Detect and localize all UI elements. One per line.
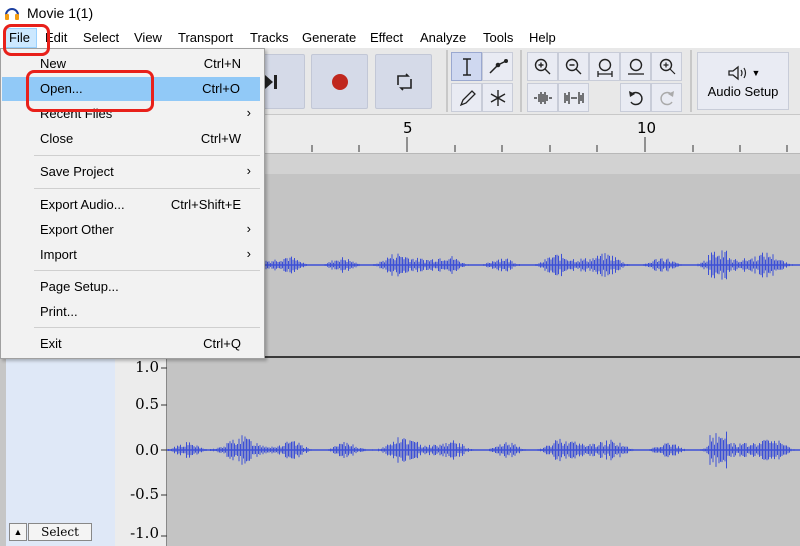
menu-separator bbox=[34, 188, 260, 189]
zoom-toggle-icon bbox=[659, 58, 675, 74]
i-beam-icon bbox=[462, 57, 471, 76]
scale-label-0-0: 0.0 bbox=[135, 441, 159, 459]
menu-item-shortcut: Ctrl+Q bbox=[203, 336, 241, 351]
annotation-highlight-file bbox=[3, 24, 50, 56]
menu-item-export-other[interactable]: Export Other › bbox=[0, 218, 263, 242]
menu-item-shortcut: Ctrl+N bbox=[203, 56, 241, 71]
submenu-arrow-icon: › bbox=[246, 105, 251, 120]
menu-item-label: Print... bbox=[40, 304, 78, 319]
menu-item-label: Import bbox=[40, 247, 77, 262]
ruler-label-10: 10 bbox=[637, 119, 657, 137]
waveform-right bbox=[167, 431, 800, 469]
scale-label-0-5: 0.5 bbox=[135, 395, 159, 413]
zoom-out-icon bbox=[565, 58, 581, 74]
menu-item-import[interactable]: Import › bbox=[0, 243, 263, 267]
menu-item-label: Page Setup... bbox=[40, 279, 119, 294]
record-button[interactable] bbox=[311, 54, 368, 109]
menu-generate[interactable]: Generate bbox=[302, 30, 356, 45]
envelope-icon bbox=[488, 58, 508, 74]
annotation-highlight-open bbox=[26, 70, 154, 112]
menu-item-shortcut: Ctrl+Shift+E bbox=[170, 197, 241, 212]
zoom-in-icon bbox=[534, 58, 550, 74]
toolbar-grip bbox=[520, 50, 522, 112]
menu-select[interactable]: Select bbox=[83, 30, 119, 45]
scale-label-1-0: 1.0 bbox=[135, 358, 159, 376]
collapse-track-button[interactable]: ▲ bbox=[9, 523, 27, 541]
menu-item-shortcut: Ctrl+O bbox=[202, 81, 240, 96]
window-title: Movie 1(1) bbox=[27, 5, 94, 21]
menu-item-label: Save Project bbox=[40, 164, 114, 179]
collapse-icon: ▲ bbox=[13, 527, 23, 537]
envelope-tool-button[interactable] bbox=[482, 52, 513, 81]
menu-item-print[interactable]: Print... bbox=[0, 300, 263, 324]
fit-project-icon bbox=[627, 58, 644, 75]
trim-audio-button[interactable] bbox=[527, 83, 558, 112]
speaker-icon bbox=[727, 65, 746, 80]
menu-view[interactable]: View bbox=[134, 30, 162, 45]
submenu-arrow-icon: › bbox=[246, 221, 251, 236]
menu-item-label: Exit bbox=[40, 336, 62, 351]
fit-project-button[interactable] bbox=[620, 52, 651, 81]
audacity-app-icon bbox=[5, 8, 19, 20]
zoom-in-button[interactable] bbox=[527, 52, 558, 81]
undo-icon bbox=[628, 90, 643, 105]
record-icon bbox=[332, 74, 348, 90]
menu-item-close[interactable]: Close Ctrl+W bbox=[0, 127, 263, 151]
menu-effect[interactable]: Effect bbox=[370, 30, 403, 45]
redo-icon bbox=[659, 90, 674, 105]
menu-item-save-project[interactable]: Save Project › bbox=[0, 160, 263, 184]
draw-tool-button[interactable] bbox=[451, 83, 482, 112]
scale-label-neg-1-0: -1.0 bbox=[130, 524, 159, 542]
menu-item-exit[interactable]: Exit Ctrl+Q bbox=[0, 332, 263, 356]
asterisk-icon bbox=[490, 89, 505, 106]
selection-tool-button[interactable] bbox=[451, 52, 482, 81]
trim-icon bbox=[533, 91, 552, 104]
redo-button[interactable] bbox=[651, 83, 682, 112]
track-select-button[interactable]: Select bbox=[28, 523, 92, 541]
undo-button[interactable] bbox=[620, 83, 651, 112]
dropdown-arrow-icon: ▼ bbox=[751, 67, 761, 78]
loop-icon bbox=[397, 73, 412, 91]
submenu-arrow-icon: › bbox=[246, 246, 251, 261]
fit-selection-icon bbox=[596, 58, 613, 77]
ruler-label-5: 5 bbox=[403, 119, 413, 137]
zoom-out-button[interactable] bbox=[558, 52, 589, 81]
audio-setup-label: Audio Setup bbox=[707, 83, 779, 99]
menu-item-export-audio[interactable]: Export Audio... Ctrl+Shift+E bbox=[0, 193, 263, 217]
menu-tools[interactable]: Tools bbox=[483, 30, 513, 45]
menu-separator bbox=[34, 270, 260, 271]
audio-setup-button[interactable]: ▼ Audio Setup bbox=[697, 52, 789, 110]
menu-separator bbox=[34, 155, 260, 156]
fit-selection-button[interactable] bbox=[589, 52, 620, 81]
submenu-arrow-icon: › bbox=[246, 163, 251, 178]
scale-ticks bbox=[161, 367, 167, 537]
pencil-icon bbox=[459, 89, 476, 106]
silence-audio-button[interactable] bbox=[558, 83, 589, 112]
silence-icon bbox=[563, 91, 584, 104]
menu-item-label: Export Other bbox=[40, 222, 114, 237]
menu-separator bbox=[34, 327, 260, 328]
menu-analyze[interactable]: Analyze bbox=[420, 30, 466, 45]
menu-item-label: Close bbox=[40, 131, 74, 146]
menu-item-label: Export Audio... bbox=[40, 197, 125, 212]
toolbar-grip bbox=[446, 50, 448, 112]
menu-item-page-setup[interactable]: Page Setup... bbox=[0, 275, 263, 299]
loop-button[interactable] bbox=[375, 54, 432, 109]
scale-label-neg-0-5: -0.5 bbox=[130, 485, 159, 503]
zoom-toggle-button[interactable] bbox=[651, 52, 682, 81]
menu-item-label: New bbox=[40, 56, 67, 71]
menu-transport[interactable]: Transport bbox=[178, 30, 233, 45]
menu-help[interactable]: Help bbox=[529, 30, 556, 45]
multi-tool-button[interactable] bbox=[482, 83, 513, 112]
toolbar-grip bbox=[690, 50, 692, 112]
menu-tracks[interactable]: Tracks bbox=[250, 30, 289, 45]
title-bar bbox=[0, 0, 800, 28]
menu-item-shortcut: Ctrl+W bbox=[200, 131, 241, 146]
